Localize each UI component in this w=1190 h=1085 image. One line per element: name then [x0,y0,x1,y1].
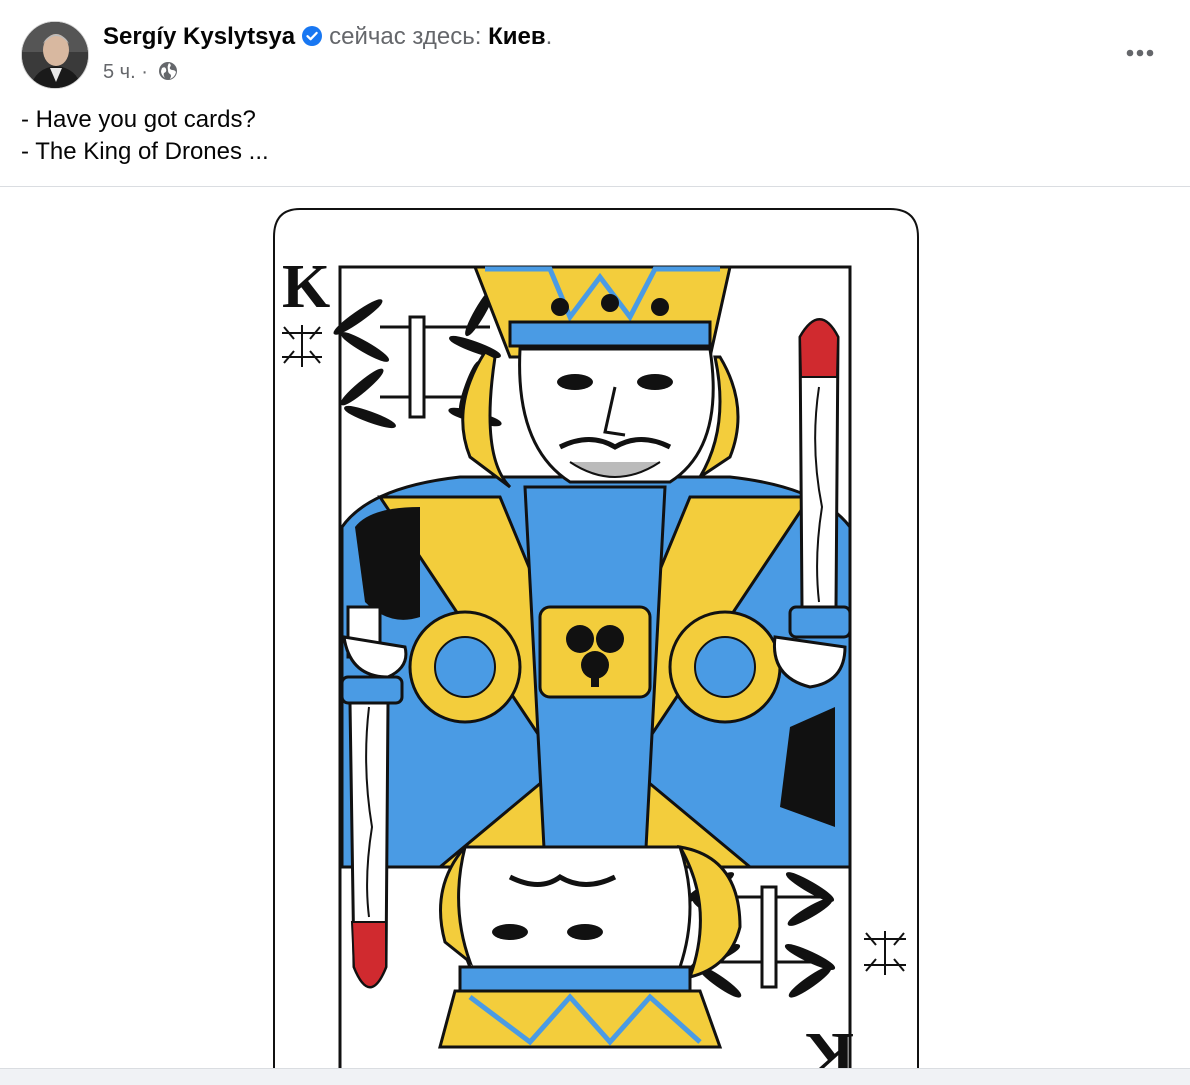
post-text-line: - Have you got cards? [21,106,256,133]
author-name[interactable]: Sergíy Kyslytsya [103,23,295,50]
globe-icon[interactable] [157,60,179,82]
post-timestamp[interactable]: 5 ч. [103,61,136,83]
post-text: - Have you got cards? - The King of Dron… [21,104,269,168]
card-rank-bottom: K [806,1020,854,1072]
location-period: . [545,23,553,50]
location-link[interactable]: Киев [488,23,546,50]
avatar-photo-icon [22,22,88,88]
meta-separator: · [141,61,148,83]
post-header: Sergíy Kyslytsya сейчас здесь: Киев. 5 ч.… [0,0,1190,100]
card-rank-top: K [282,253,330,321]
author-line: Sergíy Kyslytsya сейчас здесь: Киев. [103,23,552,51]
verified-badge-icon [301,25,323,47]
crown [472,265,732,359]
post-image[interactable]: K K [0,187,1190,1072]
more-options-button[interactable] [1118,36,1162,70]
status-prefix: сейчас здесь: [329,23,482,50]
author-avatar[interactable] [21,21,89,89]
king-figure-top [340,475,852,869]
post-footer-edge [0,1068,1190,1085]
more-options-icon [1126,49,1154,57]
post-text-line: - The King of Drones ... [21,138,269,165]
king-card-illustration: K K [273,208,919,1072]
post-meta: 5 ч. · [103,60,179,84]
